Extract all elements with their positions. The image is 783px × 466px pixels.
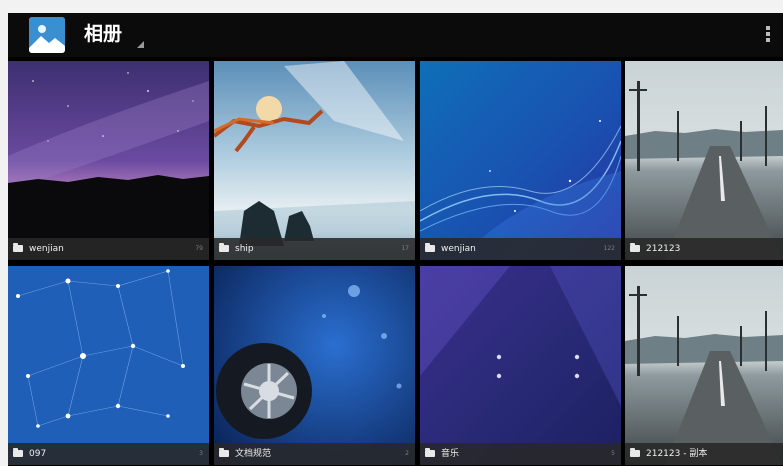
album-count: 2 <box>405 450 409 457</box>
folder-icon <box>13 243 23 252</box>
album-tile[interactable]: wenjian 122 <box>420 61 621 260</box>
album-caption: wenjian 122 <box>420 238 621 260</box>
folder-icon <box>219 448 229 457</box>
album-thumbnail <box>625 61 783 260</box>
album-name: ship <box>235 244 254 254</box>
folder-icon <box>219 243 229 252</box>
gallery-window: 相册 wenjian 79 ship 17 wenjian 122 212123… <box>8 13 783 466</box>
overflow-menu-icon[interactable] <box>764 26 772 44</box>
album-caption: 212123 - 副本 5 <box>625 443 783 465</box>
album-tile[interactable]: ship 17 <box>214 61 415 260</box>
album-name: wenjian <box>29 244 64 254</box>
album-tile[interactable]: wenjian 79 <box>8 61 209 260</box>
folder-icon <box>13 448 23 457</box>
app-title[interactable]: 相册 <box>84 21 122 47</box>
album-thumbnail <box>420 61 621 260</box>
album-thumbnail <box>625 266 783 465</box>
album-caption: ship 17 <box>214 238 415 260</box>
folder-icon <box>630 448 640 457</box>
folder-icon <box>425 243 435 252</box>
album-caption: wenjian 79 <box>8 238 209 260</box>
action-bar: 相册 <box>8 13 783 57</box>
dropdown-indicator-icon[interactable] <box>137 41 144 48</box>
gallery-photo-icon[interactable] <box>29 17 65 53</box>
album-caption: 097 3 <box>8 443 209 465</box>
album-caption: 音乐 5 <box>420 443 621 465</box>
album-caption: 文档规范 2 <box>214 443 415 465</box>
album-tile[interactable]: 212123 - 副本 5 <box>625 266 783 465</box>
folder-icon <box>425 448 435 457</box>
album-thumbnail <box>8 266 209 465</box>
album-tile[interactable]: 音乐 5 <box>420 266 621 465</box>
album-name: 212123 <box>646 244 681 254</box>
album-thumbnail <box>420 266 621 465</box>
album-thumbnail <box>214 61 415 260</box>
album-name: wenjian <box>441 244 476 254</box>
album-count: 17 <box>401 245 409 252</box>
album-count: 3 <box>199 450 203 457</box>
folder-icon <box>630 243 640 252</box>
album-name: 音乐 <box>441 449 460 459</box>
album-count: 122 <box>603 245 615 252</box>
album-thumbnail <box>214 266 415 465</box>
album-tile[interactable]: 097 3 <box>8 266 209 465</box>
album-name: 212123 - 副本 <box>646 449 708 459</box>
album-grid: wenjian 79 ship 17 wenjian 122 212123 09… <box>8 61 783 466</box>
album-tile[interactable]: 212123 5 <box>625 61 783 260</box>
album-thumbnail <box>8 61 209 260</box>
album-name: 097 <box>29 449 47 459</box>
album-count: 5 <box>611 450 615 457</box>
album-tile[interactable]: 文档规范 2 <box>214 266 415 465</box>
album-count: 79 <box>195 245 203 252</box>
album-name: 文档规范 <box>235 449 272 459</box>
album-caption: 212123 5 <box>625 238 783 260</box>
